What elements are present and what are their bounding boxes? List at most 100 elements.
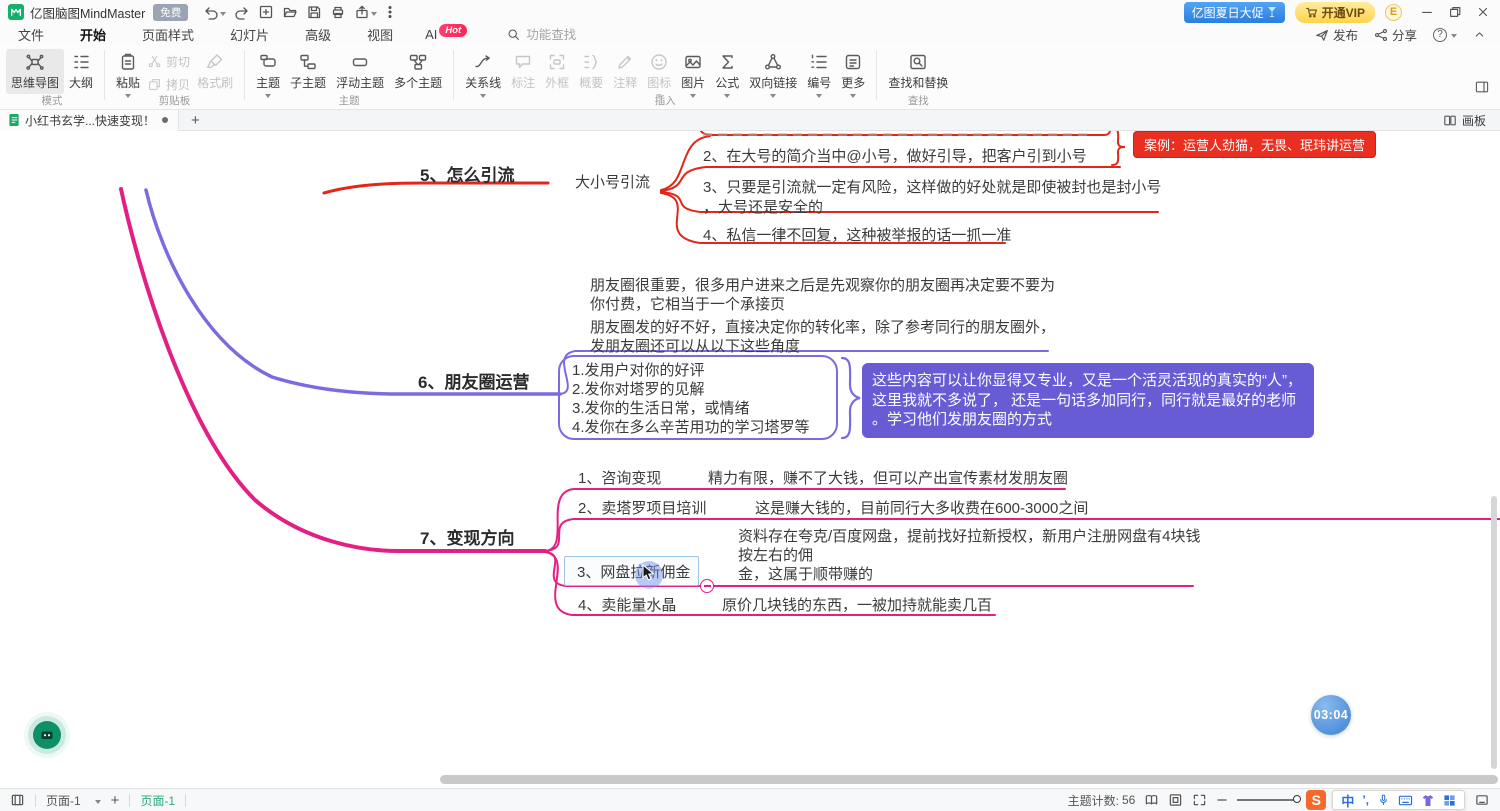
menu-tab-file[interactable]: 文件 — [0, 25, 62, 44]
page-tab-active[interactable]: 页面-1 — [140, 792, 175, 809]
quickbar-more-icon[interactable] — [384, 4, 396, 20]
mindmap-icon — [25, 52, 45, 72]
menu-tab-ai[interactable]: AI Hot — [411, 27, 481, 42]
user-avatar[interactable]: E — [1385, 4, 1402, 21]
topic-7-item-3-label: 3、网盘拉新佣金 — [577, 561, 690, 582]
open-vip-button[interactable]: 开通VIP — [1295, 2, 1375, 23]
ime-toolbox-icon[interactable] — [1443, 794, 1456, 807]
new-document-tab-button[interactable]: + — [179, 112, 212, 129]
copy-button[interactable]: 拷贝 — [147, 76, 190, 93]
floating-topic-button[interactable]: 浮动主题 — [331, 49, 389, 94]
export-dropdown-caret[interactable] — [371, 12, 377, 16]
topic-5-subtopic[interactable]: 大小号引流 — [575, 171, 650, 192]
topic-7-item-4-desc[interactable]: 原价几块钱的东西，一被加持就能卖几百 — [722, 594, 992, 615]
callout-icon — [513, 52, 533, 72]
note-line: 你付费，它相当于一个承接页 — [590, 295, 1055, 314]
topic-7-item-1[interactable]: 1、咨询变现 — [578, 467, 661, 488]
topic-5-title[interactable]: 5、怎么引流 — [420, 161, 514, 186]
zoom-slider-handle[interactable] — [1293, 795, 1301, 803]
topic-5-item-3-line2[interactable]: ，大号还是安全的 — [703, 196, 823, 217]
topic-7-item-1-desc[interactable]: 精力有限，赚不了大钱，但可以产出宣传素材发朋友圈 — [708, 467, 1068, 488]
page-panel-icon[interactable] — [10, 793, 25, 807]
boundary-button[interactable]: 外框 — [540, 49, 574, 94]
fullscreen-icon[interactable] — [1192, 793, 1207, 807]
mindmap-mode-button[interactable]: 思维导图 — [6, 49, 64, 94]
subtopic-button[interactable]: 子主题 — [285, 49, 331, 94]
topic-6-note[interactable]: 朋友圈很重要，很多用户进来之后是先观察你的朋友圈再决定要不要为 你付费，它相当于… — [590, 276, 1055, 356]
comment-button[interactable]: 注释 — [608, 49, 642, 94]
summary-button[interactable]: 概要 — [574, 49, 608, 94]
list-line: 2.发你对塔罗的见解 — [572, 380, 824, 399]
touch-keyboard-minimize-icon[interactable] — [1474, 793, 1490, 807]
menu-tab-slides[interactable]: 幻灯片 — [212, 25, 287, 44]
relationship-line-label: 关系线 — [465, 74, 501, 91]
case-callout[interactable]: 案例：运营人劲猫，无畏、珉玮讲运营 — [1133, 131, 1376, 158]
multiple-topics-button[interactable]: 多个主题 — [389, 49, 447, 94]
callout-button[interactable]: 标注 — [506, 49, 540, 94]
board-panel-button[interactable]: 画板 — [1429, 112, 1500, 129]
menu-tab-advanced[interactable]: 高级 — [287, 25, 349, 44]
menu-tab-home[interactable]: 开始 — [62, 25, 124, 44]
vertical-scrollbar-thumb[interactable] — [1491, 496, 1497, 769]
collapse-ribbon-chevron[interactable] — [1473, 28, 1486, 41]
redo-button[interactable] — [233, 3, 251, 21]
topic-6-list-box[interactable]: 1.发用户对你的好评 2.发你对塔罗的见解 3.发你的生活日常，或情绪 4.发你… — [558, 355, 838, 440]
ime-skin-icon[interactable] — [1421, 794, 1435, 807]
topic-5-item-3-line1[interactable]: 3、只要是引流就一定有风险，这样做的好处就是即使被封也是封小号 — [703, 176, 1161, 197]
undo-button[interactable] — [202, 3, 227, 21]
zoom-slider[interactable] — [1237, 799, 1297, 801]
page-selector[interactable]: 页面-1 — [46, 792, 101, 809]
menu-tab-view[interactable]: 视图 — [349, 25, 411, 44]
page-selector-caret[interactable] — [95, 800, 101, 804]
topic-7-item-4[interactable]: 4、卖能量水晶 — [578, 594, 676, 615]
undo-dropdown-caret[interactable] — [220, 12, 226, 16]
publish-button[interactable]: 发布 — [1315, 25, 1358, 44]
close-button[interactable] — [1476, 5, 1490, 19]
find-replace-button[interactable]: 查找和替换 — [883, 49, 953, 94]
ribbon-panel-icon[interactable] — [1474, 79, 1490, 95]
ai-assistant-floating-button[interactable] — [33, 721, 61, 749]
maximize-button[interactable] — [1448, 5, 1462, 19]
save-button[interactable] — [305, 3, 323, 21]
ime-mode-chinese[interactable]: 中 — [1341, 791, 1354, 810]
topic-7-item-2[interactable]: 2、卖塔罗项目培训 — [578, 497, 706, 518]
topic-7-item-2-desc[interactable]: 这是赚大钱的，目前同行大多收费在600-3000之间 — [755, 497, 1088, 518]
topic-5-item-4[interactable]: 4、私信一律不回复，这种被举报的话一抓一准 — [703, 224, 1011, 245]
topic-7-title[interactable]: 7、变现方向 — [420, 524, 514, 549]
minimize-button[interactable] — [1420, 5, 1434, 19]
menu-tab-page-style[interactable]: 页面样式 — [124, 25, 212, 44]
sogou-ime-logo[interactable]: S — [1306, 790, 1326, 810]
topic-6-title[interactable]: 6、朋友圈运营 — [418, 368, 529, 393]
format-painter-button[interactable]: 格式刷 — [192, 49, 238, 94]
document-tab[interactable]: 小红书玄学...快速变现！ — [0, 110, 179, 131]
help-button[interactable]: ? — [1433, 28, 1457, 42]
ime-punctuation[interactable]: ’, — [1362, 793, 1369, 807]
ime-mic-icon[interactable] — [1377, 793, 1390, 807]
open-file-button[interactable] — [281, 3, 299, 21]
fit-selection-icon[interactable] — [1168, 793, 1183, 807]
group-label-clipboard: 剪贴板 — [105, 93, 244, 108]
topic-6-comment-box[interactable]: 这些内容可以让你显得又专业，又是一个活灵活现的真实的“人”，这里我就不多说了， … — [862, 363, 1314, 438]
collapse-node-button[interactable] — [700, 579, 714, 593]
more-insert-icon — [843, 52, 863, 72]
mindmap-canvas[interactable]: 5、怎么引流 大小号引流 2、在大号的简介当中@小号，做好引导，把客户引到小号 … — [0, 131, 1500, 788]
topic-7-item-3-selected[interactable]: 3、网盘拉新佣金 — [564, 556, 699, 586]
zoom-out-icon[interactable] — [1216, 794, 1228, 806]
print-button[interactable] — [329, 3, 347, 21]
share-button[interactable]: 分享 — [1374, 25, 1417, 44]
cut-button[interactable]: 剪切 — [147, 53, 190, 70]
pages-overview-icon[interactable] — [1144, 793, 1159, 807]
topic-7-item-3-desc[interactable]: 资料存在夸克/百度网盘，提前找好拉新授权，新用户注册网盘有4块钱 按左右的佣 金… — [738, 527, 1201, 584]
help-dropdown-caret[interactable] — [1451, 34, 1457, 38]
summer-promo-badge[interactable]: 亿图夏日大促 — [1184, 2, 1285, 23]
horizontal-scrollbar-thumb[interactable] — [440, 775, 1498, 784]
function-search-input[interactable] — [524, 27, 614, 43]
mindmaster-app-window: 亿图脑图MindMaster 免费 亿图夏日大促 开通VIP E 文件 开始 — [0, 0, 1500, 811]
new-file-button[interactable] — [257, 3, 275, 21]
outline-mode-button[interactable]: 大纲 — [64, 49, 98, 94]
sogou-ime-toolbar[interactable]: 中 ’, — [1332, 790, 1465, 810]
export-share-button[interactable] — [353, 3, 378, 21]
ime-keyboard-icon[interactable] — [1398, 794, 1413, 807]
topic-5-item-2[interactable]: 2、在大号的简介当中@小号，做好引导，把客户引到小号 — [703, 145, 1087, 166]
add-page-button[interactable]: + — [111, 792, 120, 809]
